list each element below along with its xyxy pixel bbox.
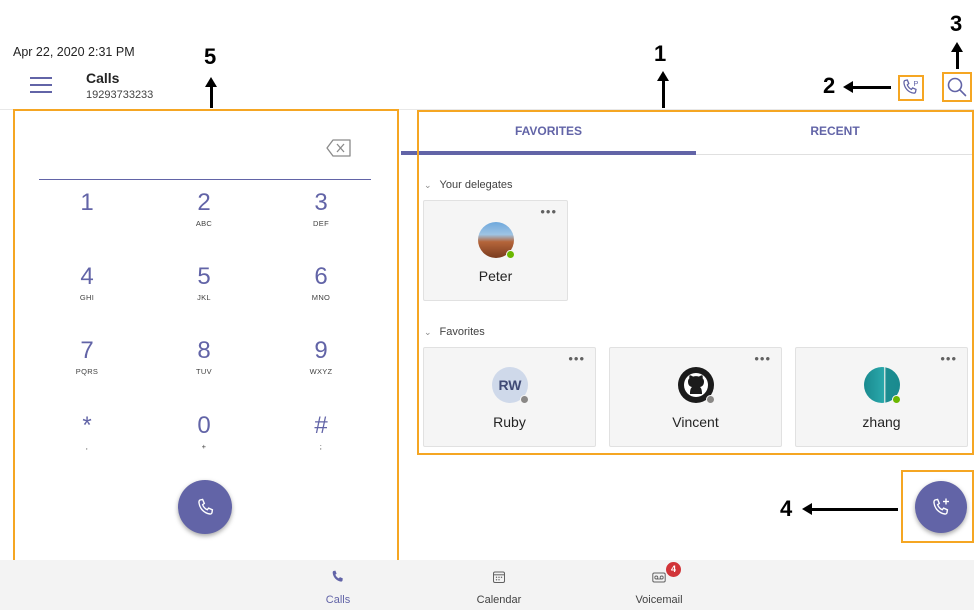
section-label: Favorites xyxy=(439,326,485,338)
nav-label: Voicemail xyxy=(635,594,683,606)
dial-key-3[interactable]: 3 DEF xyxy=(286,189,356,249)
more-options-icon[interactable]: ••• xyxy=(940,352,957,365)
svg-text:P: P xyxy=(913,79,918,88)
more-options-icon[interactable]: ••• xyxy=(754,352,771,365)
dial-key-2[interactable]: 2 ABC xyxy=(169,189,239,249)
dial-key-hash[interactable]: #; xyxy=(286,412,356,472)
phone-icon xyxy=(332,570,343,582)
annotation-arrow xyxy=(657,71,669,108)
annotation-arrow xyxy=(843,81,891,93)
presence-offline-icon xyxy=(520,395,529,404)
nav-item-calls[interactable]: Calls xyxy=(288,560,388,610)
avatar xyxy=(678,367,715,404)
contact-card-zhang[interactable]: ••• zhang xyxy=(795,347,968,447)
call-park-button[interactable]: P xyxy=(898,75,924,101)
dial-key-4[interactable]: 4 GHI xyxy=(52,263,122,323)
dial-call-button[interactable] xyxy=(178,480,232,534)
annotation-5: 5 xyxy=(204,44,217,69)
annotation-1: 1 xyxy=(654,41,667,66)
new-call-button[interactable] xyxy=(915,481,967,533)
dial-key-6[interactable]: 6 MNO xyxy=(286,263,356,323)
dial-input-line[interactable] xyxy=(39,179,371,180)
contact-name: Vincent xyxy=(672,414,719,430)
dial-key-0[interactable]: 0 + xyxy=(169,412,239,472)
search-button[interactable] xyxy=(942,72,972,102)
phone-number: 19293733233 xyxy=(86,89,154,101)
nav-label: Calendar xyxy=(476,594,522,606)
annotation-4: 4 xyxy=(780,496,793,521)
voicemail-icon xyxy=(652,572,666,583)
calendar-icon xyxy=(493,571,505,583)
voicemail-badge: 4 xyxy=(666,562,681,577)
new-call-highlight xyxy=(901,470,974,543)
contact-name: Ruby xyxy=(493,414,526,430)
annotation-arrow xyxy=(951,42,963,69)
chevron-down-icon: ⌄ xyxy=(424,180,432,190)
section-favorites[interactable]: ⌄ Favorites xyxy=(424,326,485,338)
more-options-icon[interactable]: ••• xyxy=(568,352,585,365)
avatar xyxy=(864,367,901,404)
backspace-icon[interactable] xyxy=(325,137,353,159)
presence-available-icon xyxy=(506,250,515,259)
annotation-3: 3 xyxy=(950,11,963,36)
page-title: Calls xyxy=(86,70,120,86)
presence-available-icon xyxy=(892,395,901,404)
bottom-navigation: Calls Calendar 4 Voicemail xyxy=(0,560,974,610)
dialpad-panel: 1 2 ABC 3 DEF 4 GHI 5 JKL 6 MNO 7 PQRS 8 TUV 9W… xyxy=(13,109,399,562)
contact-name: zhang xyxy=(862,414,901,430)
avatar: RW xyxy=(492,367,529,404)
presence-offline-icon xyxy=(706,395,715,404)
contact-card-vincent[interactable]: ••• Vincent xyxy=(609,347,782,447)
menu-icon[interactable] xyxy=(30,76,52,94)
phone-icon xyxy=(198,498,214,515)
contact-name: Peter xyxy=(478,268,513,284)
nav-label: Calls xyxy=(325,594,351,606)
dial-key-9[interactable]: 9 WXYZ xyxy=(286,337,356,397)
call-park-icon: P xyxy=(903,79,918,94)
dial-key-8[interactable]: 8 TUV xyxy=(169,337,239,397)
dial-key-5[interactable]: 5 JKL xyxy=(169,263,239,323)
avatar xyxy=(478,222,515,259)
chevron-down-icon: ⌄ xyxy=(424,327,432,337)
status-datetime: Apr 22, 2020 2:31 PM xyxy=(13,45,135,59)
dial-key-star[interactable]: *, xyxy=(52,412,122,472)
more-options-icon[interactable]: ••• xyxy=(540,205,557,218)
annotation-arrow xyxy=(205,77,217,108)
avatar-initials: RW xyxy=(498,377,522,393)
nav-item-voicemail[interactable]: 4 Voicemail xyxy=(609,560,709,610)
annotation-arrow xyxy=(802,503,898,515)
dial-key-1[interactable]: 1 xyxy=(52,189,122,249)
annotation-2: 2 xyxy=(823,73,836,98)
add-call-icon xyxy=(933,498,949,515)
section-delegates[interactable]: ⌄ Your delegates xyxy=(424,179,513,191)
section-label: Your delegates xyxy=(439,179,513,191)
search-icon xyxy=(947,77,967,97)
contact-card-peter[interactable]: ••• Peter xyxy=(423,200,568,301)
contact-card-ruby[interactable]: ••• RW Ruby xyxy=(423,347,596,447)
nav-item-calendar[interactable]: Calendar xyxy=(449,560,549,610)
dial-key-7[interactable]: 7 PQRS xyxy=(52,337,122,397)
